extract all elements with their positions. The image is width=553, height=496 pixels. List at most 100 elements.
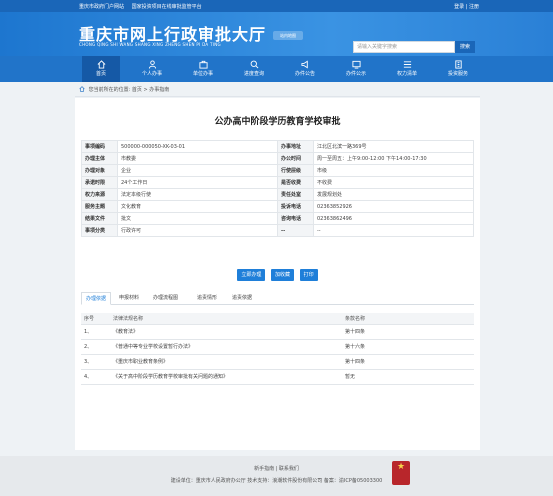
- home-icon: [79, 86, 85, 92]
- table-row: 事项分类 行政许可 -- --: [81, 224, 474, 237]
- table-row: 1、 《教育法》 第十四条: [81, 324, 474, 340]
- breadcrumb-home[interactable]: 首页: [132, 87, 142, 93]
- info-value: 24个工作日: [117, 176, 278, 189]
- search-input[interactable]: 请输入关键字搜索: [353, 41, 455, 53]
- row-index: 4、: [81, 369, 110, 385]
- info-value: 企业: [117, 164, 278, 177]
- info-key: 事项编码: [81, 140, 118, 153]
- nav-label: 办件公示: [345, 71, 366, 77]
- nav-label: 权力清单: [396, 71, 417, 77]
- info-key: 行使层级: [277, 164, 314, 177]
- info-key: 办事地址: [277, 140, 314, 153]
- column-header: 法律法规名称: [110, 313, 342, 325]
- briefcase-icon: [198, 60, 208, 69]
- top-link-investment-platform[interactable]: 国家投资项目在线审批监管平台: [132, 4, 202, 10]
- main-nav: 首页 个人办事 单位办事 进度查询 办件公告 办件公示 权力清单 投资服务: [0, 56, 553, 82]
- row-index: 3、: [81, 354, 110, 370]
- building-icon: [454, 60, 462, 69]
- info-value: 发展规划处: [313, 188, 474, 201]
- guide-tabs: 办理依据 申报材料 办理流程图 追责情形 追责依据: [81, 292, 474, 305]
- nav-item-company[interactable]: 单位办事: [184, 56, 222, 82]
- breadcrumb: 您当前所在的位置: 首页 > 办事指南: [79, 86, 169, 93]
- info-value: 江北区北滨一路369号: [313, 140, 474, 153]
- law-clause: 第十四条: [342, 324, 474, 340]
- gov-badge-icon[interactable]: ★: [392, 461, 410, 485]
- info-key: 结果文件: [81, 212, 118, 225]
- tab-flowchart[interactable]: 办理流程图: [149, 292, 182, 305]
- footer-links[interactable]: 新手指南 | 联系我们: [0, 465, 553, 472]
- tab-legal-basis[interactable]: 办理依据: [81, 292, 112, 305]
- login-link[interactable]: 登录: [454, 4, 464, 10]
- info-key: 是否收费: [277, 176, 314, 189]
- home-icon: [97, 60, 105, 69]
- info-value: 02363862496: [313, 212, 474, 225]
- law-name: 《教育法》: [110, 324, 342, 340]
- info-value: --: [313, 224, 474, 237]
- info-value: 市教委: [117, 152, 278, 165]
- table-row: 事项编码 500000-000050-XK-03-01 办事地址 江北区北滨一路…: [81, 140, 474, 153]
- info-key: 办理对象: [81, 164, 118, 177]
- site-map-label: 站内地图: [280, 33, 296, 38]
- table-row: 服务主题 文化教育 投诉电话 02363852926: [81, 200, 474, 213]
- site-footer: 新手指南 | 联系我们 建设单位：重庆市人民政府办公厅 技术支持：浪潮软件股份有…: [0, 456, 553, 496]
- search-button[interactable]: 搜索: [455, 41, 475, 53]
- info-value: 市级: [313, 164, 474, 177]
- law-name: 《重庆市职业教育条例》: [110, 354, 342, 370]
- info-key: 承诺时限: [81, 176, 118, 189]
- legal-basis-table: 序号 法律法规名称 条款名称 1、 《教育法》 第十四条 2、 《普通中等专业学…: [81, 313, 474, 385]
- nav-item-progress[interactable]: 进度查询: [235, 56, 273, 82]
- info-key: 办理主体: [81, 152, 118, 165]
- table-row: 办理主体 市教委 办公时间 周一至周五：上午9:00-12:00 下午14:00…: [81, 152, 474, 165]
- info-key: 权力来源: [81, 188, 118, 201]
- person-icon: [148, 60, 156, 69]
- tab-materials[interactable]: 申报材料: [115, 292, 143, 305]
- breadcrumb-prefix: 您当前所在的位置:: [88, 87, 131, 93]
- nav-item-personal[interactable]: 个人办事: [133, 56, 171, 82]
- site-logo-pinyin: CHONG QING SHI WANG SHANG XING ZHENG SHE…: [79, 42, 221, 47]
- announcement-icon: [300, 60, 308, 69]
- site-header: 重庆市网上行政审批大厅 CHONG QING SHI WANG SHANG XI…: [0, 12, 553, 56]
- account-links: 登录 | 注册: [454, 3, 479, 10]
- table-row: 承诺时限 24个工作日 是否收费 不收费: [81, 176, 474, 189]
- info-value: 不收费: [313, 176, 474, 189]
- search-icon: [250, 60, 258, 69]
- nav-label: 单位办事: [192, 71, 213, 77]
- column-header: 条款名称: [342, 313, 474, 325]
- info-key: 办公时间: [277, 152, 314, 165]
- row-index: 1、: [81, 324, 110, 340]
- add-favorite-button[interactable]: 加收藏: [270, 269, 294, 281]
- guide-panel: 公办高中阶段学历教育学校审批 事项编码 500000-000050-XK-03-…: [75, 98, 480, 450]
- law-clause: 第十四条: [342, 354, 474, 370]
- info-key: --: [277, 224, 314, 237]
- site-map-button[interactable]: 站内地图: [273, 31, 303, 40]
- breadcrumb-separator: >: [143, 87, 148, 93]
- register-link[interactable]: 注册: [469, 4, 479, 10]
- nav-item-publicity[interactable]: 办件公示: [337, 56, 375, 82]
- law-clause: 第十六条: [342, 339, 474, 355]
- nav-label: 投资服务: [447, 71, 468, 77]
- tab-accountability-basis[interactable]: 追责依据: [228, 292, 256, 305]
- column-header: 序号: [81, 313, 110, 325]
- info-key: 投诉电话: [277, 200, 314, 213]
- apply-now-button[interactable]: 立即办理: [237, 269, 266, 281]
- tab-accountability-cases[interactable]: 追责情形: [193, 292, 221, 305]
- nav-item-announcement[interactable]: 办件公告: [286, 56, 324, 82]
- top-link-gov-portal[interactable]: 重庆市政府门户网站: [79, 4, 124, 10]
- nav-item-home[interactable]: 首页: [82, 56, 120, 82]
- account-separator: |: [465, 4, 468, 10]
- top-links: 重庆市政府门户网站 国家投资项目在线审批监管平台: [79, 3, 208, 10]
- breadcrumb-current: 办事指南: [149, 87, 170, 93]
- info-value: 行政许可: [117, 224, 278, 237]
- guide-info-table: 事项编码 500000-000050-XK-03-01 办事地址 江北区北滨一路…: [81, 140, 474, 237]
- nav-label: 办件公告: [294, 71, 315, 77]
- info-value: 500000-000050-XK-03-01: [117, 140, 278, 153]
- print-button[interactable]: 打印: [299, 269, 318, 281]
- top-bar: 重庆市政府门户网站 国家投资项目在线审批监管平台 登录 | 注册: [0, 0, 553, 12]
- nav-label: 个人办事: [141, 71, 162, 77]
- table-row: 3、 《重庆市职业教育条例》 第十四条: [81, 354, 474, 370]
- nav-item-investment[interactable]: 投资服务: [439, 56, 477, 82]
- info-value: 周一至周五：上午9:00-12:00 下午14:00-17:30: [313, 152, 474, 165]
- nav-item-power-list[interactable]: 权力清单: [388, 56, 426, 82]
- info-value: 文化教育: [117, 200, 278, 213]
- row-index: 2、: [81, 339, 110, 355]
